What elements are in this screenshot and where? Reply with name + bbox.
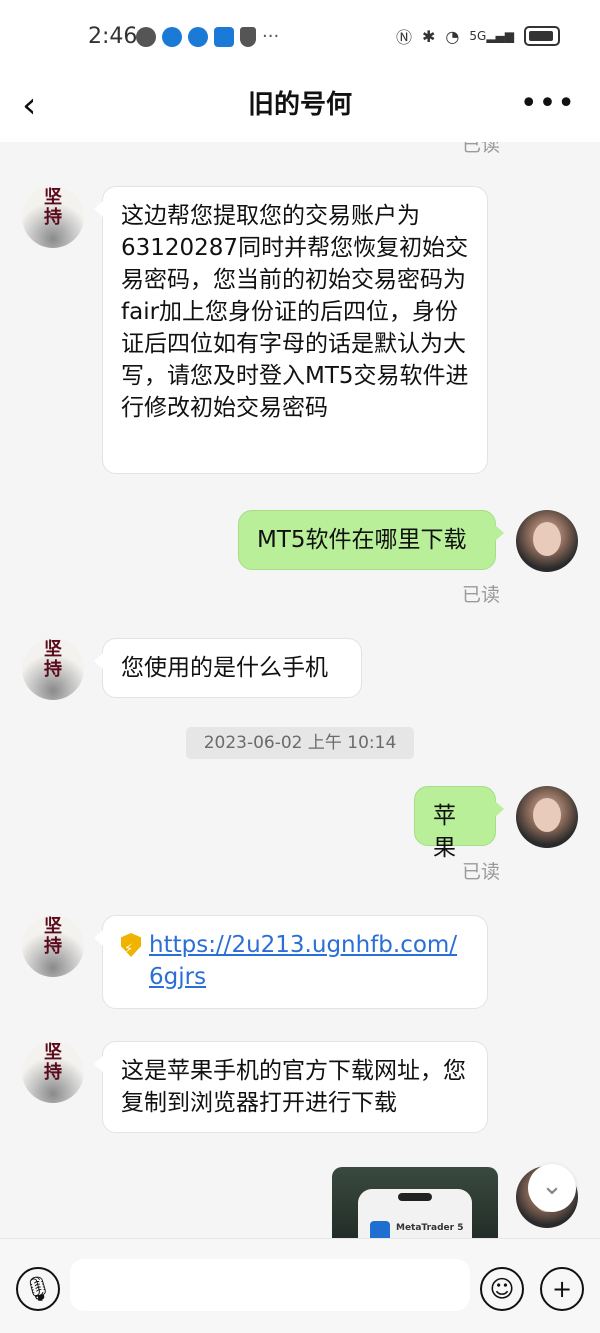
message-text: 您使用的是什么手机 — [121, 655, 328, 681]
more-horizontal-icon: ••• — [519, 86, 576, 121]
contact-avatar[interactable]: 坚持 — [22, 1041, 84, 1103]
sent-message[interactable]: 苹果 — [414, 786, 504, 861]
message-text: 这边帮您提取您的交易账户为63120287同时并帮您恢复初始交易密码，您当前的初… — [121, 203, 469, 421]
nfc-icon: Ⓝ — [395, 28, 412, 47]
avatar-glyph: 坚持 — [44, 1042, 62, 1083]
read-status: 已读 — [461, 584, 500, 606]
message-input[interactable] — [70, 1259, 470, 1311]
notification-icons: ··· — [136, 26, 279, 47]
more-button[interactable]: ••• — [520, 86, 576, 121]
signal-icon: 5G▂▄▆ — [469, 29, 514, 43]
bluetooth-icon: ✱ — [422, 26, 436, 46]
received-message[interactable]: 您使用的是什么手机 — [94, 638, 362, 698]
phone-notch — [398, 1193, 432, 1201]
wechat-icon — [136, 26, 156, 47]
emoji-icon: ☺ — [489, 1275, 515, 1303]
wifi-icon: ◔ — [445, 26, 460, 46]
voice-input-button[interactable]: 🎙 — [16, 1267, 60, 1311]
sent-image-message[interactable]: MetaTrader 5 — [332, 1167, 498, 1238]
network-type: 5G — [469, 29, 487, 43]
status-bar: 2:46 ··· Ⓝ ✱ ◔ 5G▂▄▆ — [0, 0, 600, 70]
read-status: 已读 — [461, 861, 500, 883]
app-notification-icon — [188, 26, 208, 47]
read-status: 已读 — [461, 142, 500, 156]
input-bar: 🎙 ☺ + — [0, 1238, 600, 1333]
image-phone-screenshot: MetaTrader 5 — [358, 1189, 472, 1238]
message-text: 苹果 — [433, 803, 456, 861]
metatrader-app-icon — [370, 1221, 390, 1238]
received-link-message[interactable]: https://2u213.ugnhfb.com/6gjrs — [94, 915, 488, 1009]
avatar-glyph: 坚持 — [44, 916, 62, 957]
message-list[interactable]: 已读 坚持 这边帮您提取您的交易账户为63120287同时并帮您恢复初始交易密码… — [0, 142, 600, 1238]
received-message[interactable]: 这是苹果手机的官方下载网址，您复制到浏览器打开进行下载 — [94, 1041, 488, 1133]
app-notification-icon — [162, 26, 182, 47]
message-text: MT5软件在哪里下载 — [257, 527, 467, 553]
avatar-glyph: 坚持 — [44, 639, 62, 680]
chevron-down-icon: ⌄ — [541, 1171, 563, 1201]
my-avatar[interactable] — [516, 510, 578, 572]
shield-icon — [121, 933, 141, 957]
plus-icon: + — [551, 1275, 573, 1303]
overflow-dots-icon: ··· — [262, 26, 280, 47]
emoji-button[interactable]: ☺ — [480, 1267, 524, 1311]
battery-icon — [524, 26, 560, 46]
sent-message[interactable]: MT5软件在哪里下载 — [238, 510, 504, 570]
link-row: https://2u213.ugnhfb.com/6gjrs — [121, 929, 469, 993]
message-link[interactable]: https://2u213.ugnhfb.com/6gjrs — [149, 929, 469, 993]
shield-status-icon — [240, 26, 256, 47]
message-text: 这是苹果手机的官方下载网址，您复制到浏览器打开进行下载 — [121, 1058, 466, 1116]
scroll-to-bottom-button[interactable]: ⌄ — [528, 1164, 576, 1212]
contact-avatar[interactable]: 坚持 — [22, 638, 84, 700]
avatar-face — [533, 522, 561, 556]
chat-header: ‹ 旧的号何 ••• — [0, 70, 600, 142]
microphone-icon: 🎙 — [22, 1275, 54, 1303]
avatar-face — [533, 798, 561, 832]
chat-title: 旧的号何 — [247, 90, 352, 120]
wifi-hotspot-icon — [214, 26, 234, 47]
more-actions-button[interactable]: + — [540, 1267, 584, 1311]
system-icons: Ⓝ ✱ ◔ 5G▂▄▆ — [396, 24, 560, 48]
avatar-glyph: 坚持 — [44, 187, 62, 228]
status-time: 2:46 — [88, 24, 138, 49]
contact-avatar[interactable]: 坚持 — [22, 915, 84, 977]
timestamp-divider: 2023-06-02 上午 10:14 — [186, 727, 414, 759]
contact-avatar[interactable]: 坚持 — [22, 186, 84, 248]
received-message[interactable]: 这边帮您提取您的交易账户为63120287同时并帮您恢复初始交易密码，您当前的初… — [94, 186, 488, 474]
image-caption: MetaTrader 5 — [396, 1223, 464, 1233]
my-avatar[interactable] — [516, 786, 578, 848]
